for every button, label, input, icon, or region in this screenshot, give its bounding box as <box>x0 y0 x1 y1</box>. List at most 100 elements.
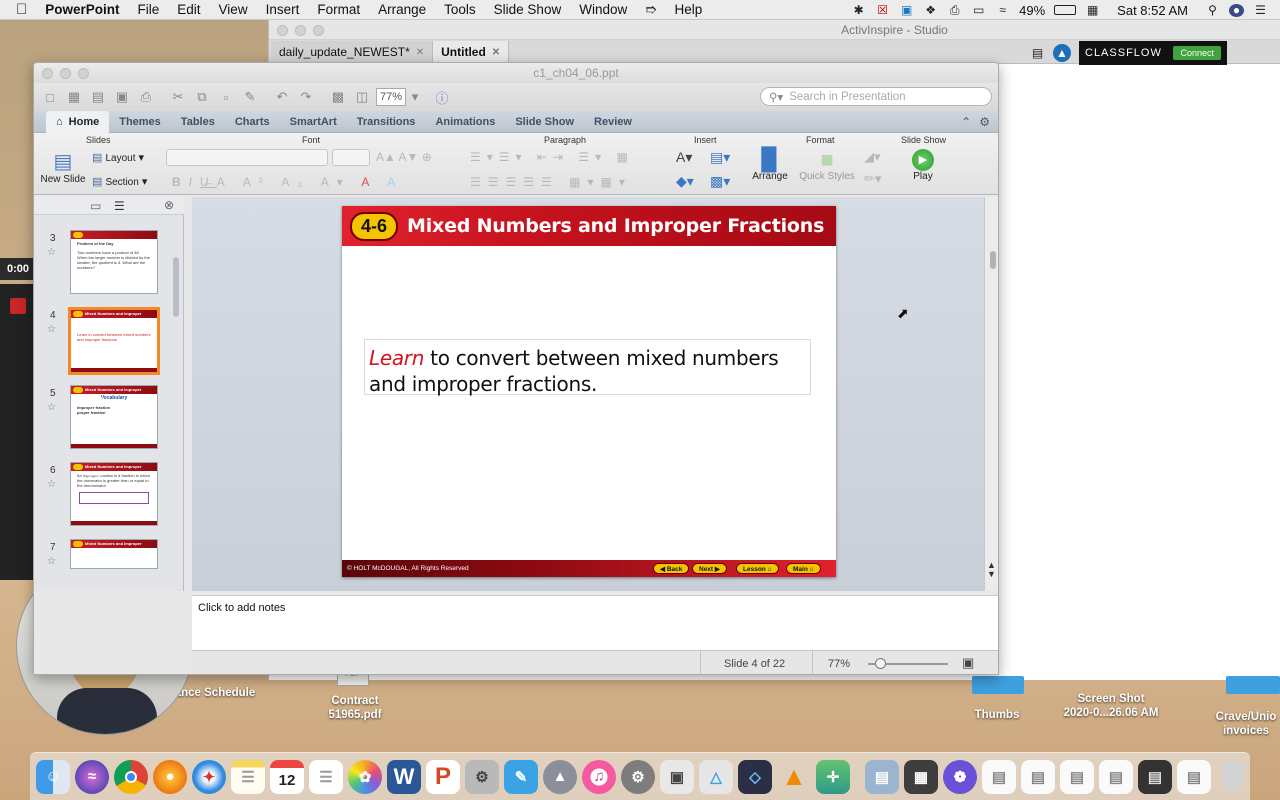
menu-view[interactable]: View <box>210 2 257 17</box>
slide-thumbnail-3[interactable]: Problem of the Day Two numbers have a pr… <box>70 230 158 294</box>
siri-icon[interactable]: ≈ <box>75 759 109 794</box>
redo-icon[interactable]: ↷ <box>296 87 316 107</box>
tab-smartart[interactable]: SmartArt <box>280 111 347 133</box>
connect-button[interactable]: Connect <box>1173 46 1221 60</box>
minimize-window-button[interactable] <box>295 25 306 36</box>
folder-icon[interactable] <box>1226 676 1280 694</box>
quick-styles-button[interactable]: ■ Quick Styles <box>798 149 856 183</box>
collapse-ribbon-icon[interactable]: ⌃ <box>961 115 971 129</box>
screenshot-icon[interactable]: ▣ <box>660 759 694 794</box>
document-stack-icon[interactable]: ▤ <box>1060 759 1094 794</box>
menu-help[interactable]: Help <box>666 2 712 17</box>
sidebar-icon[interactable]: ◫ <box>352 87 372 107</box>
templates-icon[interactable]: ▦ <box>64 87 84 107</box>
thumb-pane-scrollbar[interactable] <box>173 257 179 317</box>
format-painter-icon[interactable]: ✎ <box>240 87 260 107</box>
tab-home[interactable]: ⌂ Home <box>46 110 110 133</box>
menu-edit[interactable]: Edit <box>168 2 209 17</box>
notes-pane[interactable]: Click to add notes <box>192 595 998 650</box>
list-icon[interactable]: ☰ <box>1253 3 1268 17</box>
menu-app-powerpoint[interactable]: PowerPoint <box>36 2 128 17</box>
fill-icon[interactable]: ◢▾ <box>864 149 881 165</box>
app-store-icon[interactable]: ✛ <box>816 759 850 794</box>
tab-tables[interactable]: Tables <box>171 111 225 133</box>
app-icon[interactable]: ▣ <box>899 3 914 17</box>
new-slide-button[interactable]: ▤ New Slide <box>40 149 86 185</box>
desktop-folder-thumbs[interactable]: Thumbs <box>960 708 1034 722</box>
folder-icon[interactable] <box>972 676 1024 694</box>
word-icon[interactable]: W <box>387 759 421 794</box>
printer-icon[interactable]: ⎙ <box>947 3 962 17</box>
classflow-logo-icon[interactable]: ▲ <box>1053 44 1071 62</box>
slide-thumbnail-5[interactable]: Mixed Numbers and Improper Fractions Voc… <box>70 385 158 449</box>
tab-transitions[interactable]: Transitions <box>347 111 426 133</box>
menu-slide-show[interactable]: Slide Show <box>485 2 571 17</box>
firefox-icon[interactable]: ● <box>153 759 187 794</box>
trash-icon[interactable]: 🗑 <box>1216 760 1250 794</box>
powerpoint-icon[interactable]: P <box>426 759 460 794</box>
close-window-button[interactable] <box>277 25 288 36</box>
menu-file[interactable]: File <box>129 2 169 17</box>
safari-icon[interactable]: ✦ <box>192 759 226 794</box>
print-icon[interactable]: ⎙ <box>136 87 156 107</box>
layout-button[interactable]: ▤ Layout ▾ <box>92 151 144 164</box>
vlc-icon[interactable]: ▲ <box>777 760 811 794</box>
apple-icon[interactable]:  <box>0 1 36 18</box>
tab-themes[interactable]: Themes <box>109 111 171 133</box>
font-size-field[interactable] <box>332 149 370 166</box>
search-field[interactable]: ⚲▾ Search in Presentation <box>760 87 992 106</box>
zoom-dropdown-icon[interactable]: ▾ <box>410 87 420 107</box>
drive-icon[interactable]: △ <box>699 759 733 794</box>
script-icon[interactable]: ➱ <box>636 2 665 18</box>
desktop-file-screenshot[interactable]: Screen Shot 2020-0...26.06 AM <box>1050 692 1172 720</box>
document-stack-icon[interactable]: ▤ <box>1177 759 1211 794</box>
lesson-nav-button[interactable]: Lesson ⌂ <box>736 563 779 574</box>
tab-slide-show[interactable]: Slide Show <box>505 111 584 133</box>
itunes-icon[interactable]: ♫ <box>582 759 616 794</box>
tab-daily-update[interactable]: daily_update_NEWEST* ✕ <box>271 41 434 63</box>
calendar-icon[interactable]: ▦ <box>1085 3 1100 17</box>
next-nav-button[interactable]: Next ▶ <box>692 563 727 574</box>
page-nav-arrows-icon[interactable]: ▲ ▼ <box>987 561 996 579</box>
chrome-icon[interactable] <box>114 759 148 794</box>
help-icon[interactable]: ⓘ <box>432 87 452 107</box>
activinspire-icon[interactable]: ◇ <box>738 759 772 794</box>
whiteboard-icon[interactable]: ✎ <box>504 759 538 794</box>
search-icon[interactable]: ⚲ <box>1205 3 1220 17</box>
close-box-icon[interactable]: ☒ <box>875 3 890 17</box>
slide-title[interactable]: Mixed Numbers and Improper Fractions <box>407 215 824 237</box>
reminders-icon[interactable]: ☰ <box>309 759 343 794</box>
align-buttons[interactable]: ☰☰☰☰☰ ▦▾▦▾ <box>470 175 632 189</box>
slide-canvas[interactable]: 4-6 Mixed Numbers and Improper Fractions… <box>342 206 836 577</box>
asterisk-icon[interactable]: ✱ <box>851 3 866 17</box>
minimize-window-button[interactable] <box>60 68 71 79</box>
battery-icon[interactable] <box>1054 5 1077 15</box>
finder-icon[interactable]: ☺ <box>36 759 70 794</box>
text-box-icon[interactable]: A▾ <box>676 149 692 166</box>
section-button[interactable]: ▤ Section ▾ <box>92 175 147 188</box>
document-stack-icon[interactable]: ▤ <box>982 759 1016 794</box>
new-icon[interactable]: □ <box>40 87 60 107</box>
photos-icon[interactable]: ✿ <box>348 759 382 794</box>
font-size-tools-icon[interactable]: A▲ A▼ ⊕ <box>376 150 432 164</box>
user-icon[interactable]: ● <box>1229 3 1244 17</box>
back-nav-button[interactable]: ◀ Back <box>653 563 690 574</box>
dropbox-icon[interactable]: ❖ <box>923 3 938 17</box>
tab-review[interactable]: Review <box>584 111 642 133</box>
list-buttons[interactable]: ☰▾☰▾ ⇤⇥ ☰▾ ▦ <box>470 150 634 164</box>
slide-text-box[interactable]: Learn to convert between mixed numbers a… <box>364 339 811 396</box>
tab-untitled[interactable]: Untitled ✕ <box>433 41 510 63</box>
editor-scrollbar[interactable]: ▲ ▼ <box>984 197 998 591</box>
arrange-button[interactable]: ▉ Arrange <box>750 149 790 183</box>
tab-charts[interactable]: Charts <box>225 111 280 133</box>
save-icon[interactable]: ▣ <box>112 87 132 107</box>
airplay-icon[interactable]: ▭ <box>971 3 986 17</box>
settings-gear-icon[interactable]: ❁ <box>943 759 977 794</box>
wifi-icon[interactable]: ≈ <box>995 3 1010 17</box>
document-stack-icon[interactable]: ▤ <box>1021 759 1055 794</box>
menu-window[interactable]: Window <box>570 2 636 17</box>
close-tab-icon[interactable]: ✕ <box>416 47 424 58</box>
zoom-slider-knob[interactable] <box>875 658 886 669</box>
menu-clock[interactable]: Sat 8:52 AM <box>1117 3 1188 18</box>
main-nav-button[interactable]: Main ⌂ <box>786 563 821 574</box>
